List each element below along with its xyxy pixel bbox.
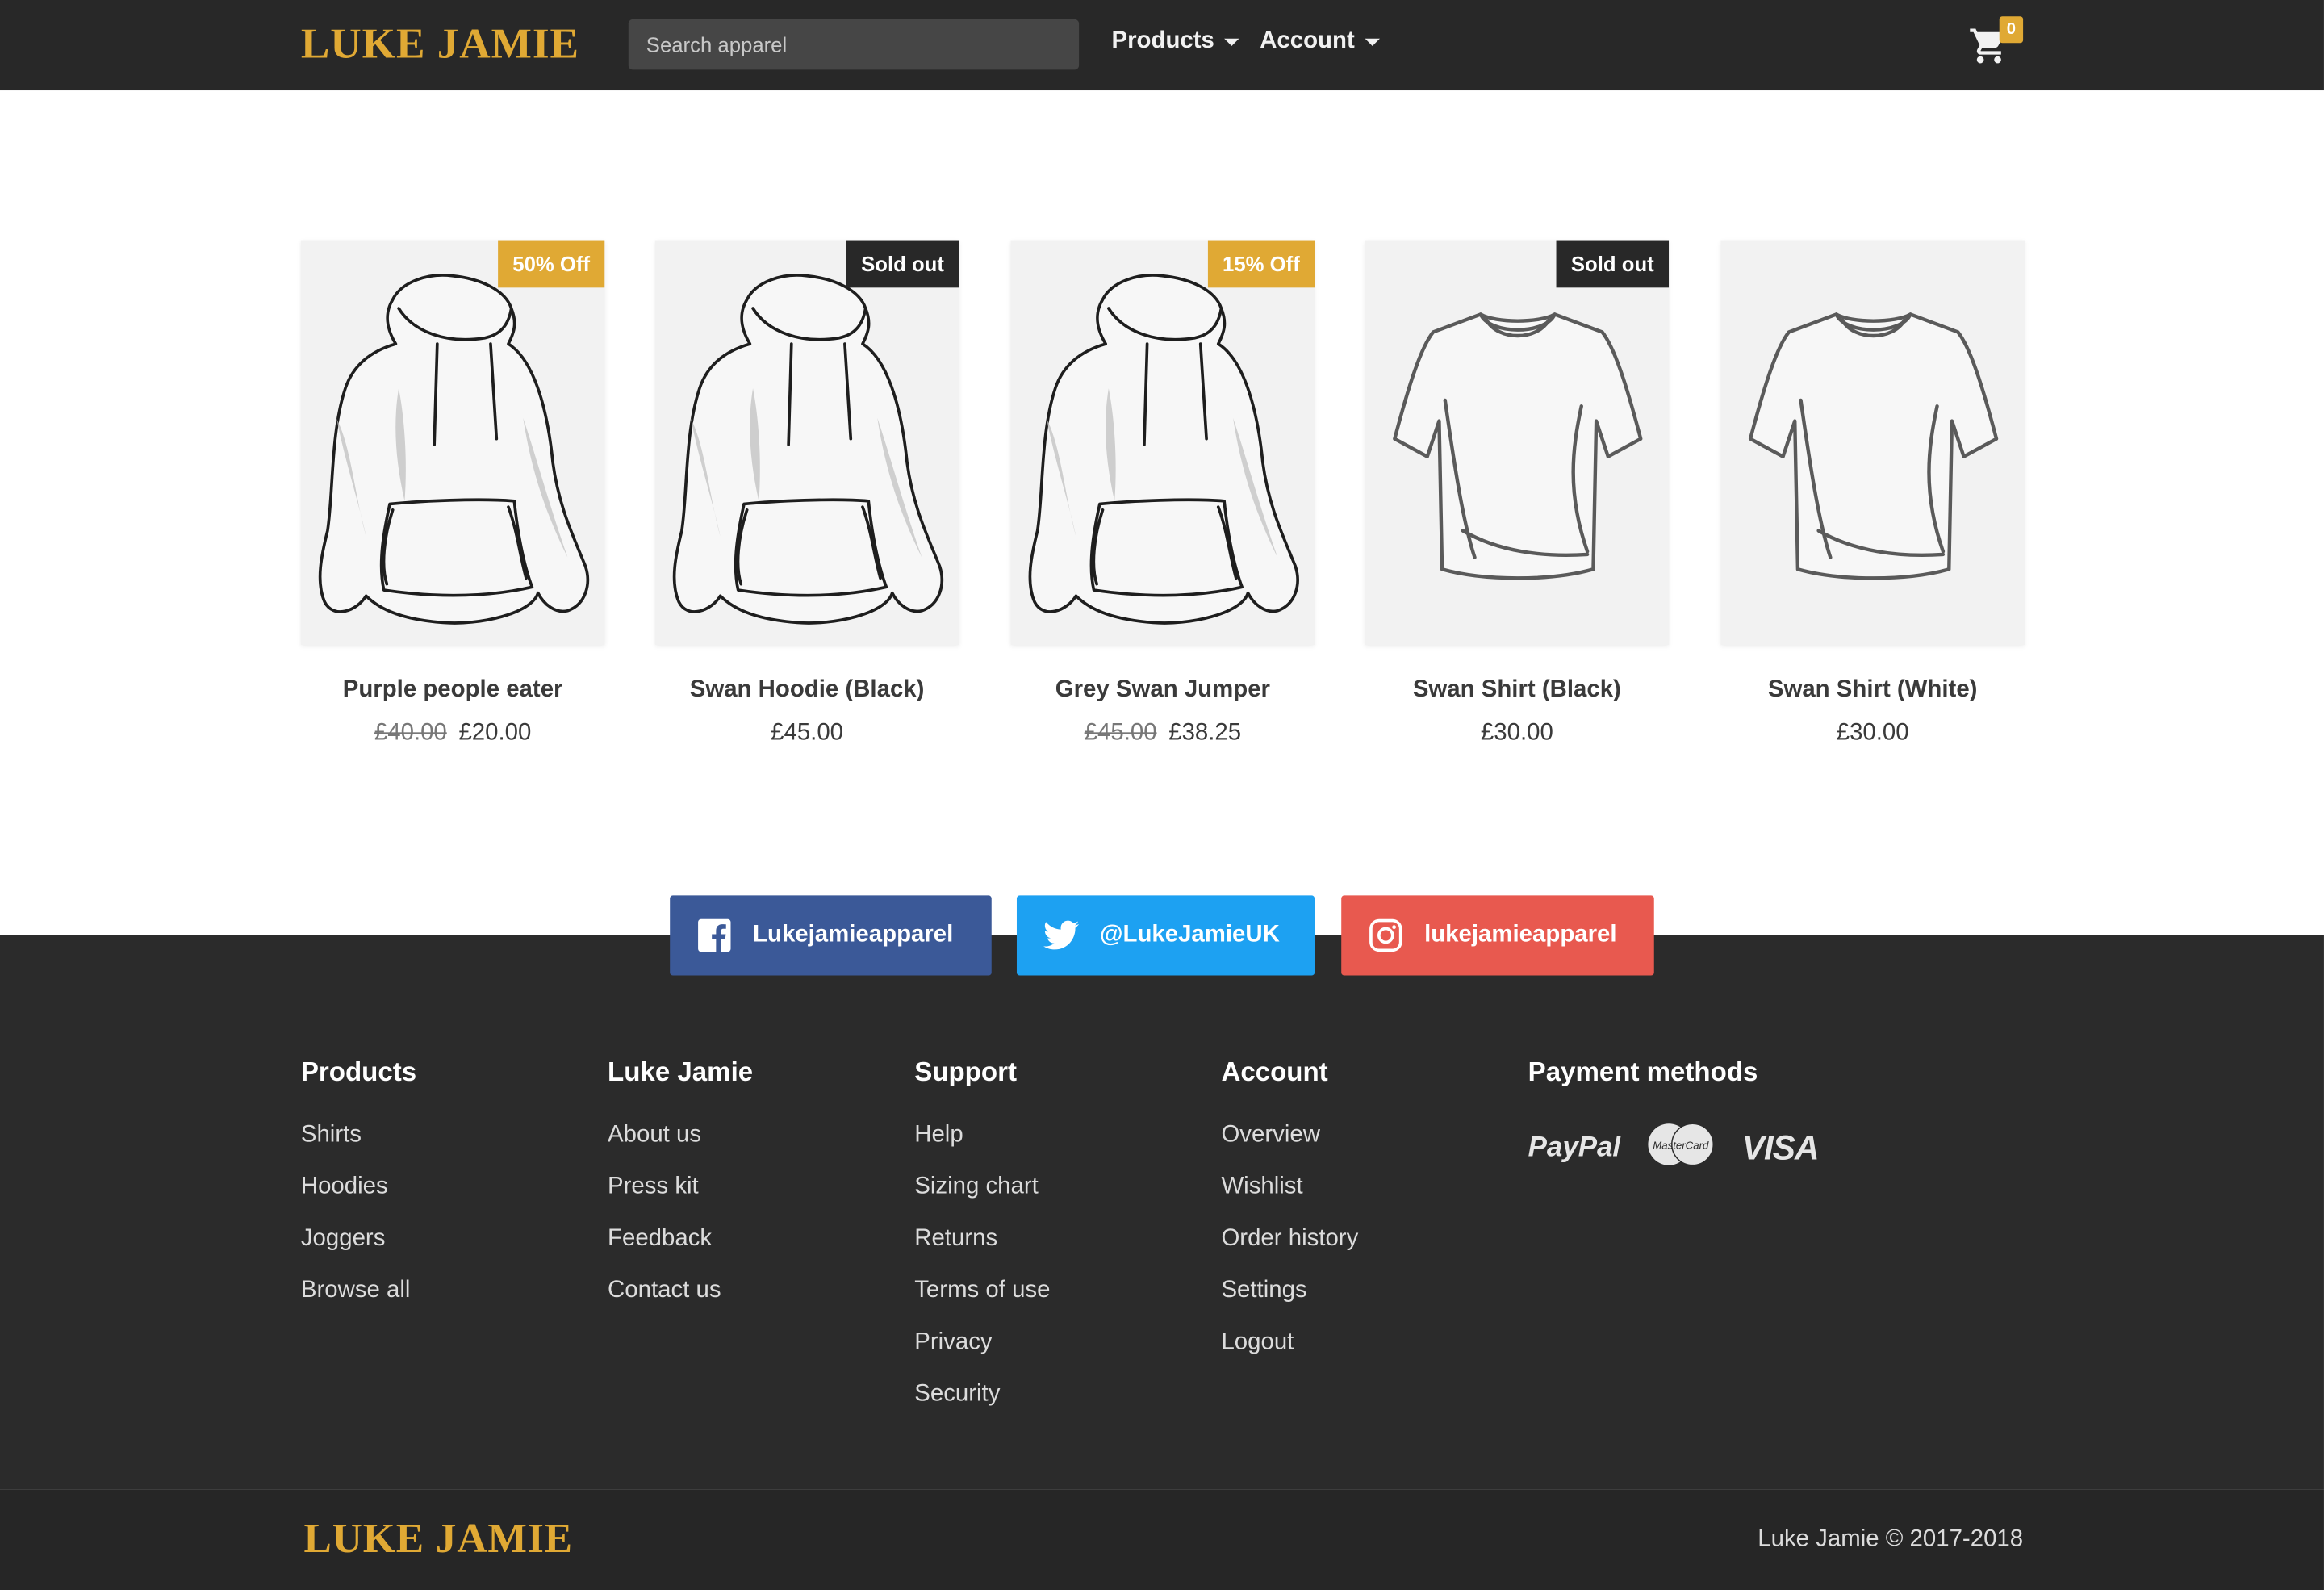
footer-link[interactable]: Sizing chart (914, 1161, 1050, 1212)
product-badge: Sold out (846, 240, 959, 288)
footer-heading: Support (914, 1057, 1017, 1087)
chevron-down-icon (1365, 37, 1380, 46)
footer-heading: Products (300, 1057, 417, 1087)
product-image[interactable] (1720, 240, 2025, 645)
original-price: £40.00 (374, 720, 447, 746)
nav-products-label: Products (1111, 27, 1214, 54)
paypal-logo: PayPal (1528, 1132, 1621, 1163)
footer-link[interactable]: Overview (1221, 1109, 1358, 1161)
footer-link[interactable]: Returns (914, 1212, 1050, 1264)
instagram-link[interactable]: lukejamieapparel (1341, 895, 1654, 976)
facebook-link[interactable]: Lukejamieapparel (670, 895, 992, 976)
product-name[interactable]: Swan Shirt (Black) (1365, 677, 1670, 704)
product-name[interactable]: Purple people eater (301, 677, 605, 704)
cart-count-badge: 0 (1999, 16, 2024, 44)
current-price: £30.00 (1480, 720, 1553, 746)
product-card[interactable]: 50% Off Purple people eater £40.00 £20.00 (300, 240, 605, 747)
current-price: £30.00 (1836, 720, 1909, 746)
footer-heading: Account (1221, 1057, 1328, 1087)
footer-col-payment: Payment methods (1528, 1057, 1758, 1109)
footer-link[interactable]: Help (914, 1109, 1050, 1161)
product-badge: 15% Off (1207, 240, 1315, 288)
footer-heading: Payment methods (1528, 1057, 1758, 1087)
product-price: £40.00 £20.00 (301, 721, 605, 747)
current-price: £45.00 (771, 720, 844, 746)
svg-text:MasterCard: MasterCard (1653, 1139, 1710, 1151)
product-image[interactable]: Sold out (1365, 240, 1670, 645)
nav-account-label: Account (1260, 27, 1355, 54)
nav-products-dropdown[interactable]: Products (1112, 28, 1240, 55)
footer-link[interactable]: Logout (1221, 1316, 1358, 1368)
brand-logo[interactable]: LUKE JAMIE (301, 19, 579, 69)
visa-logo: VISA (1741, 1128, 1820, 1167)
current-price: £38.25 (1168, 720, 1242, 746)
product-card[interactable]: Swan Shirt (White) £30.00 (1720, 240, 2025, 747)
footer-link[interactable]: Security (914, 1368, 1050, 1420)
product-card[interactable]: 15% Off Grey Swan Jumper £45.00 £38.25 (1010, 240, 1315, 747)
twitter-icon (1043, 920, 1080, 951)
copyright: Luke Jamie © 2017-2018 (1758, 1526, 2024, 1553)
product-card[interactable]: Sold out Swan Hoodie (Black) £45.00 (654, 240, 959, 747)
instagram-label: lukejamieapparel (1424, 922, 1617, 948)
product-name[interactable]: Swan Shirt (White) (1720, 677, 2025, 704)
product-badge: 50% Off (497, 240, 605, 288)
product-price: £30.00 (1720, 721, 2025, 747)
footer-link[interactable]: Hoodies (301, 1161, 416, 1212)
product-price: £30.00 (1365, 721, 1670, 747)
footer-link[interactable]: Shirts (301, 1109, 416, 1161)
chevron-down-icon (1224, 37, 1240, 46)
footer-link[interactable]: Order history (1221, 1212, 1358, 1264)
current-price: £20.00 (458, 720, 532, 746)
footer-col-products: Products Shirts Hoodies Joggers Browse a… (301, 1057, 416, 1316)
instagram-icon (1368, 918, 1403, 953)
footer-link[interactable]: Browse all (301, 1265, 416, 1316)
product-image[interactable]: 50% Off (300, 240, 605, 645)
footer-link[interactable]: Contact us (608, 1265, 753, 1316)
product-badge: Sold out (1556, 240, 1670, 288)
nav-account-dropdown[interactable]: Account (1260, 28, 1380, 55)
footer-link[interactable]: Settings (1221, 1265, 1358, 1316)
original-price: £45.00 (1084, 720, 1157, 746)
footer-col-luke-jamie: Luke Jamie About us Press kit Feedback C… (608, 1057, 753, 1316)
footer-link[interactable]: Wishlist (1221, 1161, 1358, 1212)
search-input[interactable] (628, 19, 1080, 70)
footer-link[interactable]: About us (608, 1109, 753, 1161)
footer-link[interactable]: Press kit (608, 1161, 753, 1212)
product-image[interactable]: 15% Off (1010, 240, 1315, 645)
twitter-label: @LukeJamieUK (1099, 922, 1280, 948)
footer-link[interactable]: Terms of use (914, 1265, 1050, 1316)
footer-brand-logo[interactable]: LUKE JAMIE (304, 1517, 574, 1564)
mastercard-logo: MasterCard (1647, 1122, 1715, 1174)
twitter-link[interactable]: @LukeJamieUK (1016, 895, 1315, 976)
facebook-label: Lukejamieapparel (753, 922, 954, 948)
facebook-icon (696, 918, 732, 953)
product-price: £45.00 £38.25 (1011, 721, 1315, 747)
payment-logos: PayPal MasterCard VISA (1528, 1122, 1820, 1174)
product-card[interactable]: Sold out Swan Shirt (Black) £30.00 (1365, 240, 1670, 747)
footer-link[interactable]: Privacy (914, 1316, 1050, 1368)
footer-link[interactable]: Joggers (301, 1212, 416, 1264)
footer-col-support: Support Help Sizing chart Returns Terms … (914, 1057, 1050, 1421)
footer-heading: Luke Jamie (608, 1057, 754, 1087)
footer-col-account: Account Overview Wishlist Order history … (1221, 1057, 1358, 1369)
footer-link[interactable]: Feedback (608, 1212, 753, 1264)
product-name[interactable]: Swan Hoodie (Black) (655, 677, 959, 704)
product-image[interactable]: Sold out (654, 240, 959, 645)
product-price: £45.00 (655, 721, 959, 747)
product-name[interactable]: Grey Swan Jumper (1011, 677, 1315, 704)
